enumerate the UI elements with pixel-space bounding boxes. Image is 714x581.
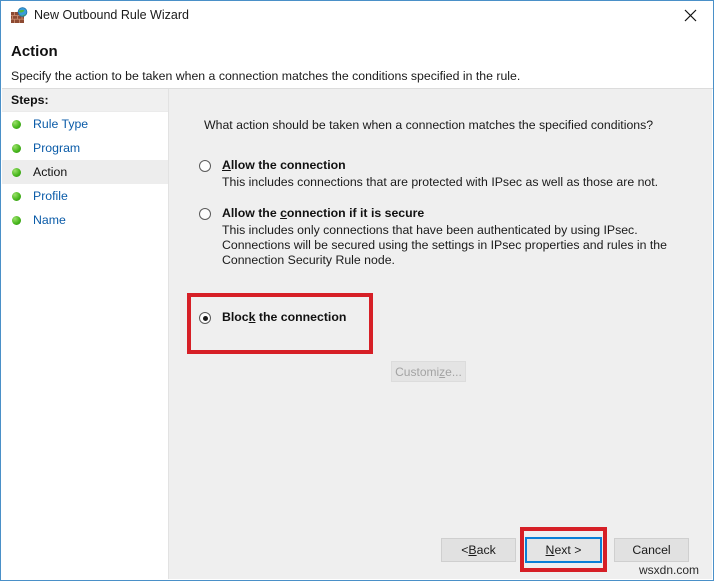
sidebar-item-rule-type[interactable]: Rule Type (2, 112, 168, 136)
label-part-after: onnection if it is secure (286, 206, 425, 220)
label-part-after: llow the connection (230, 158, 346, 172)
sidebar-item-profile[interactable]: Profile (2, 184, 168, 208)
accelerator-char: k (248, 310, 256, 324)
watermark: wsxdn.com (639, 563, 700, 577)
cancel-button[interactable]: Cancel (614, 538, 689, 562)
page-title: Action (11, 43, 58, 60)
label-part-before: Allow the (222, 206, 281, 220)
page-header: Action Specify the action to be taken wh… (2, 31, 713, 88)
steps-header-label: Steps: (11, 93, 49, 107)
sidebar-item-program[interactable]: Program (2, 136, 168, 160)
sidebar-item-name[interactable]: Name (2, 208, 168, 232)
wizard-window: New Outbound Rule Wizard Action Specify … (0, 0, 714, 581)
accelerator-char: A (222, 158, 231, 172)
label-part-after: ack (476, 543, 496, 557)
label-part-before: Customi (395, 364, 440, 379)
question-text: What action should be taken when a conne… (204, 118, 654, 132)
next-button[interactable]: Next > (525, 537, 602, 563)
bullet-icon (12, 215, 21, 225)
label-part-before: < (461, 543, 469, 557)
option-block-the-connection[interactable]: Block the connection (199, 311, 669, 324)
label-part-before: Cancel (632, 543, 671, 557)
bullet-icon (12, 167, 21, 177)
accelerator-char: B (468, 543, 477, 557)
accelerator-char: N (545, 543, 555, 557)
option-allow-the-connection[interactable]: Allow the connection This includes conne… (199, 159, 669, 190)
firewall-globe-icon (10, 7, 28, 25)
option-label: Block the connection (222, 311, 346, 324)
close-icon (684, 9, 696, 22)
window-title: New Outbound Rule Wizard (34, 8, 189, 22)
option-label: Allow the connection (222, 159, 346, 172)
page-subtitle: Specify the action to be taken when a co… (11, 69, 521, 83)
bullet-icon (12, 191, 21, 201)
bullet-icon (12, 119, 21, 129)
main-content: What action should be taken when a conne… (169, 89, 712, 579)
back-button[interactable]: < Back (441, 538, 516, 562)
sidebar-item-label: Profile (33, 189, 68, 203)
sidebar-item-label: Name (33, 213, 66, 227)
radio-allow-the-connection[interactable] (199, 160, 211, 172)
label-part-after: the connection (255, 310, 347, 324)
label-part-after: ext > (554, 543, 582, 557)
option-allow-connection-if-secure[interactable]: Allow the connection if it is secure Thi… (199, 207, 669, 268)
label-part-after: e... (445, 364, 462, 379)
sidebar-item-action[interactable]: Action (2, 160, 168, 184)
steps-sidebar: Steps: Rule Type Program Action Profile … (2, 89, 169, 579)
option-label: Allow the connection if it is secure (222, 207, 424, 220)
sidebar-item-label: Rule Type (33, 117, 89, 131)
bullet-icon (12, 143, 21, 153)
option-description: This includes connections that are prote… (222, 175, 659, 189)
radio-block-the-connection[interactable] (199, 312, 211, 324)
close-button[interactable] (667, 1, 713, 30)
label-part-before: Bloc (222, 310, 249, 324)
radio-allow-connection-if-secure[interactable] (199, 208, 211, 220)
customize-button[interactable]: Customi z e... (391, 361, 466, 382)
sidebar-item-label: Program (33, 141, 81, 155)
option-description: This includes only connections that have… (222, 223, 667, 267)
title-bar: New Outbound Rule Wizard (1, 1, 713, 31)
sidebar-item-label: Action (33, 165, 68, 179)
steps-header: Steps: (2, 89, 168, 112)
accelerator-char: c (280, 206, 287, 220)
